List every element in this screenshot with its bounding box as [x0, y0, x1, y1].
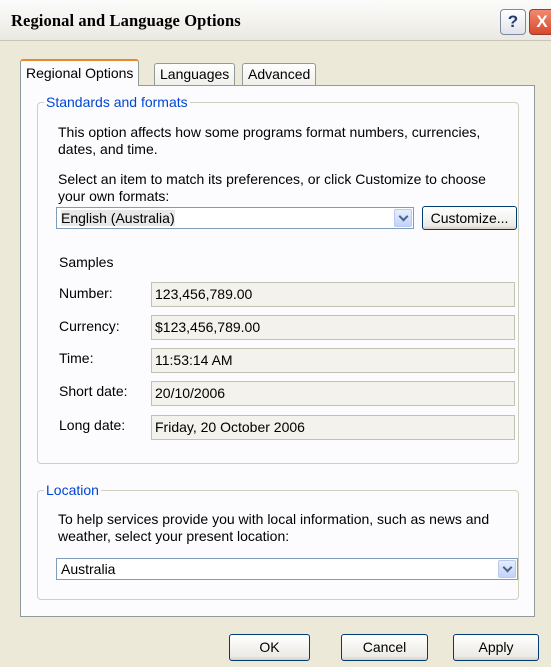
select-instruction-1: Select an item to match its preferences,…: [58, 171, 486, 187]
location-select[interactable]: Australia: [56, 558, 518, 580]
chevron-down-icon[interactable]: [394, 209, 412, 227]
standards-legend: Standards and formats: [46, 94, 188, 110]
tab-regional-options[interactable]: Regional Options: [20, 59, 140, 86]
standards-description-1: This option affects how some programs fo…: [58, 124, 481, 140]
number-label: Number:: [59, 285, 113, 301]
standards-description-2: dates, and time.: [58, 141, 158, 157]
short-date-sample-field: 20/10/2006: [151, 381, 515, 406]
format-select[interactable]: English (Australia): [56, 207, 414, 229]
short-date-label: Short date:: [59, 383, 128, 399]
currency-sample-field: $123,456,789.00: [151, 315, 515, 340]
tab-advanced[interactable]: Advanced: [242, 63, 317, 85]
number-sample-field: 123,456,789.00: [151, 282, 515, 307]
select-instruction-2: your own formats:: [58, 188, 170, 204]
tab-languages[interactable]: Languages: [154, 63, 236, 85]
time-label: Time:: [59, 350, 94, 366]
currency-label: Currency:: [59, 318, 120, 334]
apply-button[interactable]: Apply: [453, 634, 539, 661]
ok-button[interactable]: OK: [229, 634, 310, 661]
location-legend: Location: [46, 482, 99, 498]
window-title: Regional and Language Options: [11, 11, 241, 30]
location-select-value: Australia: [61, 561, 116, 577]
title-bar: Regional and Language Options ? X: [0, 0, 551, 41]
help-button[interactable]: ?: [500, 9, 526, 35]
cancel-button[interactable]: Cancel: [341, 634, 428, 661]
tab-panel: Standards and formats This option affect…: [20, 85, 535, 617]
long-date-sample-field: Friday, 20 October 2006: [151, 415, 515, 440]
time-sample-field: 11:53:14 AM: [151, 348, 515, 373]
format-select-value: English (Australia): [61, 210, 175, 226]
close-button[interactable]: X: [529, 9, 551, 35]
long-date-label: Long date:: [59, 417, 126, 433]
customize-button[interactable]: Customize...: [422, 206, 517, 230]
location-description-2: weather, select your present location:: [58, 528, 290, 544]
location-description-1: To help services provide you with local …: [58, 511, 490, 527]
chevron-down-icon[interactable]: [498, 560, 516, 578]
samples-heading: Samples: [59, 254, 114, 270]
